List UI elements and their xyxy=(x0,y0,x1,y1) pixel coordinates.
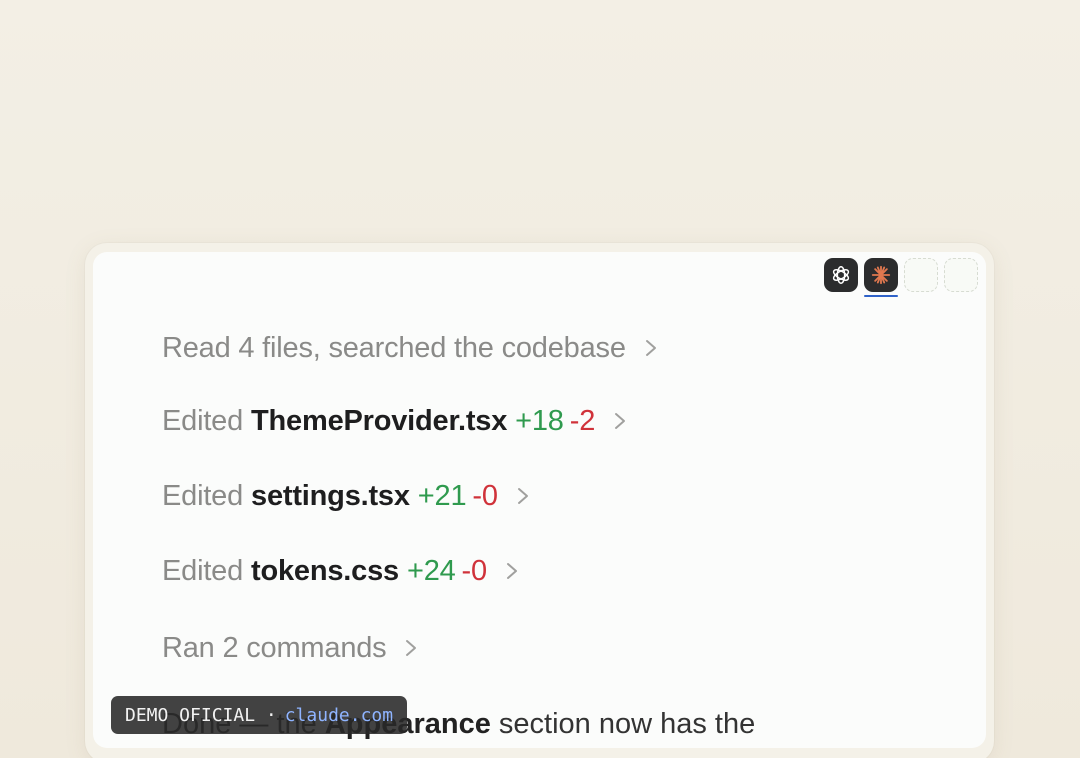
log-row-read[interactable]: Read 4 files, searched the codebase xyxy=(162,330,658,366)
model-slot-empty-1[interactable] xyxy=(904,258,938,292)
chevron-right-icon xyxy=(505,561,519,581)
lines-removed: -2 xyxy=(569,404,596,437)
chevron-right-icon xyxy=(516,486,530,506)
lines-added: +18 xyxy=(515,404,564,437)
lines-removed: -0 xyxy=(472,479,498,512)
model-claude-button[interactable] xyxy=(864,258,898,297)
model-slot-empty-2[interactable] xyxy=(944,258,978,292)
chevron-right-icon xyxy=(644,338,658,358)
log-row-prefix: Edited xyxy=(162,479,244,512)
log-row-edit[interactable]: Edited settings.tsx +21 -0 xyxy=(162,478,658,514)
log-row-prefix: Edited xyxy=(162,554,244,587)
watermark-domain: claude.com xyxy=(284,704,394,726)
log-row-commands[interactable]: Ran 2 commands xyxy=(162,630,658,666)
claude-logo-icon xyxy=(871,265,891,285)
chevron-right-icon xyxy=(404,638,418,658)
lines-added: +21 xyxy=(417,479,467,512)
lines-added: +24 xyxy=(406,554,456,587)
activity-log: Read 4 files, searched the codebase Edit… xyxy=(162,330,658,666)
chat-card: Read 4 files, searched the codebase Edit… xyxy=(93,252,986,748)
page: Read 4 files, searched the codebase Edit… xyxy=(0,0,1080,758)
file-name: settings.tsx xyxy=(251,479,410,512)
file-name: tokens.css xyxy=(251,554,399,587)
summary-text-after: section now has the xyxy=(490,708,756,740)
watermark-label: DEMO OFICIAL · xyxy=(125,704,277,726)
model-switcher xyxy=(824,258,978,297)
openai-logo-icon xyxy=(832,266,850,284)
log-row-prefix: Edited xyxy=(162,404,244,437)
model-openai-button[interactable] xyxy=(824,258,858,292)
log-row-edit[interactable]: Edited tokens.css +24 -0 xyxy=(162,553,658,589)
chevron-right-icon xyxy=(613,411,627,431)
lines-removed: -0 xyxy=(461,554,488,587)
log-row-text: Read 4 files, searched the codebase xyxy=(162,331,626,364)
log-row-edit[interactable]: Edited ThemeProvider.tsx +18 -2 xyxy=(162,403,658,439)
demo-watermark-badge: DEMO OFICIAL · claude.com xyxy=(111,696,408,734)
file-name: ThemeProvider.tsx xyxy=(251,404,508,437)
log-row-text: Ran 2 commands xyxy=(162,631,387,664)
